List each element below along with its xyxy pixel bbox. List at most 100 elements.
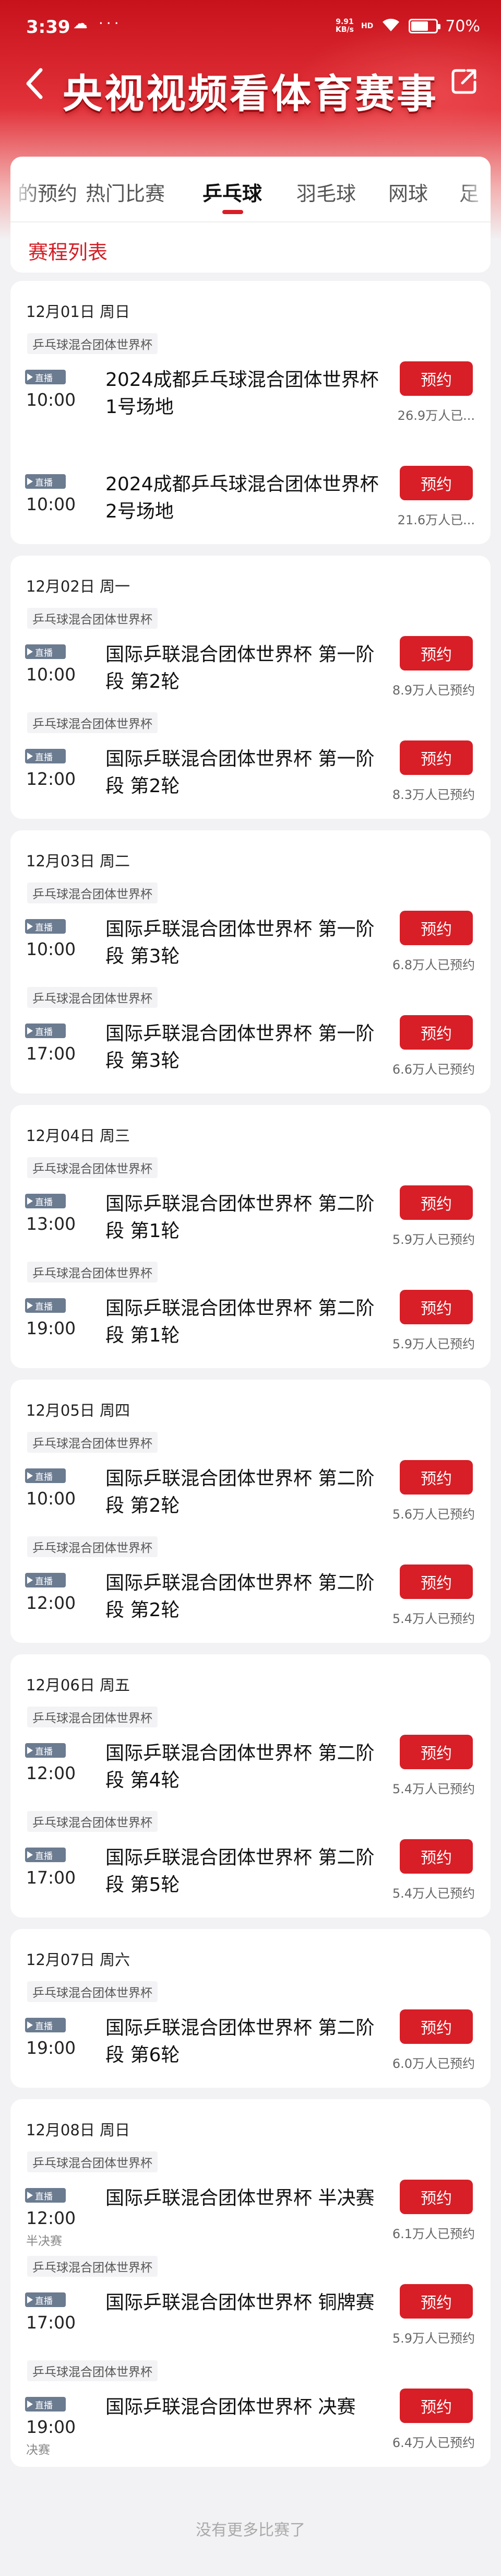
match-stage-note: 决赛 bbox=[26, 2443, 50, 2457]
match-row[interactable]: 乒乓球混合团体世界杯 直播 17:00 国际乒联混合团体世界杯 第二阶段 第5轮 预约 5… bbox=[10, 1811, 491, 1915]
play-icon bbox=[27, 373, 33, 381]
play-icon bbox=[27, 648, 33, 655]
league-tag: 乒乓球混合团体世界杯 bbox=[27, 712, 158, 733]
match-time: 10:00 bbox=[26, 390, 76, 410]
live-badge: 直播 bbox=[25, 1298, 66, 1313]
reserve-button[interactable]: 预约 bbox=[400, 2009, 473, 2044]
match-row[interactable]: 乒乓球混合团体世界杯 直播 10:00 2024成都乒乓球混合团体世界杯1号场地 预约 2… bbox=[10, 333, 491, 438]
play-icon bbox=[27, 1577, 33, 1584]
match-time: 17:00 bbox=[26, 2312, 76, 2333]
reservation-count: 8.9万人已预约 bbox=[392, 683, 475, 698]
match-time: 10:00 bbox=[26, 494, 76, 514]
match-row[interactable]: 乒乓球混合团体世界杯 直播 10:00 国际乒联混合团体世界杯 第一阶段 第2轮 预约 8… bbox=[10, 608, 491, 712]
reserve-button[interactable]: 预约 bbox=[400, 2284, 473, 2319]
match-time: 19:00 bbox=[26, 2038, 76, 2058]
day-date-label: 12月08日 周日 bbox=[26, 2121, 130, 2139]
tabs-fade-right bbox=[459, 157, 491, 221]
day-card: 12月04日 周三 乒乓球混合团体世界杯 直播 13:00 国际乒联混合团体世界杯 第二… bbox=[10, 1105, 491, 1368]
reserve-button[interactable]: 预约 bbox=[400, 466, 473, 500]
play-icon bbox=[27, 2021, 33, 2029]
day-card: 12月03日 周二 乒乓球混合团体世界杯 直播 10:00 国际乒联混合团体世界杯 第一… bbox=[10, 830, 491, 1093]
day-date-label: 12月07日 周六 bbox=[26, 1951, 130, 1969]
match-title: 国际乒联混合团体世界杯 第一阶段 第2轮 bbox=[105, 748, 375, 797]
live-badge-label: 直播 bbox=[35, 373, 53, 384]
live-badge-label: 直播 bbox=[35, 1576, 53, 1587]
reserve-button[interactable]: 预约 bbox=[400, 2389, 473, 2423]
reserve-button[interactable]: 预约 bbox=[400, 1015, 473, 1050]
match-row[interactable]: 乒乓球混合团体世界杯 直播 19:00 国际乒联混合团体世界杯 第二阶段 第6轮 预约 6… bbox=[10, 1981, 491, 2086]
reserve-button[interactable]: 预约 bbox=[400, 361, 473, 396]
match-time: 13:00 bbox=[26, 1214, 76, 1234]
tabs-fade-left bbox=[10, 157, 42, 221]
live-badge-label: 直播 bbox=[35, 2191, 53, 2202]
match-title: 国际乒联混合团体世界杯 第二阶段 第2轮 bbox=[105, 1468, 375, 1516]
live-badge: 直播 bbox=[25, 370, 66, 384]
match-title: 国际乒联混合团体世界杯 第二阶段 第2轮 bbox=[105, 1572, 375, 1621]
reserve-button[interactable]: 预约 bbox=[400, 2180, 473, 2214]
match-time: 17:00 bbox=[26, 1043, 76, 1064]
match-row[interactable]: 乒乓球混合团体世界杯 直播 10:00 国际乒联混合团体世界杯 第一阶段 第3轮 预约 6… bbox=[10, 883, 491, 987]
share-button[interactable] bbox=[449, 65, 480, 97]
day-card: 12月02日 周一 乒乓球混合团体世界杯 直播 10:00 国际乒联混合团体世界杯 第一… bbox=[10, 556, 491, 819]
match-row[interactable]: 直播 10:00 2024成都乒乓球混合团体世界杯2号场地 预约 21.6万人已... bbox=[10, 438, 491, 542]
match-row[interactable]: 乒乓球混合团体世界杯 直播 13:00 国际乒联混合团体世界杯 第二阶段 第1轮 预约 5… bbox=[10, 1157, 491, 1262]
play-icon bbox=[27, 1197, 33, 1205]
reserve-button[interactable]: 预约 bbox=[400, 636, 473, 671]
league-tag: 乒乓球混合团体世界杯 bbox=[27, 2256, 158, 2277]
reserve-button[interactable]: 预约 bbox=[400, 911, 473, 945]
reservation-count: 26.9万人已... bbox=[397, 408, 475, 423]
live-badge-label: 直播 bbox=[35, 1746, 53, 1757]
match-time: 12:00 bbox=[26, 1593, 76, 1613]
day-date-label: 12月05日 周四 bbox=[26, 1402, 130, 1419]
match-title: 国际乒联混合团体世界杯 第二阶段 第6轮 bbox=[105, 2017, 375, 2066]
tab-4[interactable]: 网球 bbox=[388, 178, 428, 206]
match-row[interactable]: 乒乓球混合团体世界杯 直播 12:00 国际乒联混合团体世界杯 第二阶段 第4轮 预约 5… bbox=[10, 1707, 491, 1811]
tab-1[interactable]: 热门比赛 bbox=[86, 178, 165, 206]
play-icon bbox=[27, 1747, 33, 1754]
reservation-count: 5.9万人已预约 bbox=[392, 2331, 475, 2346]
schedule-section-header: 赛程列表 bbox=[10, 221, 491, 273]
reservation-count: 6.8万人已预约 bbox=[392, 958, 475, 972]
reserve-button[interactable]: 预约 bbox=[400, 1839, 473, 1874]
tab-2[interactable]: 乒乓球 bbox=[202, 178, 262, 206]
match-row[interactable]: 乒乓球混合团体世界杯 直播 17:00 国际乒联混合团体世界杯 第一阶段 第3轮 预约 6… bbox=[10, 987, 491, 1091]
match-row[interactable]: 乒乓球混合团体世界杯 直播 12:00 半决赛 国际乒联混合团体世界杯 半决赛 预约 6.1… bbox=[10, 2151, 491, 2256]
live-badge-label: 直播 bbox=[35, 1197, 53, 1208]
match-time: 12:00 bbox=[26, 769, 76, 789]
signal-hd-label: HD bbox=[361, 21, 374, 30]
day-card: 12月05日 周四乒乓球混合团体世界杯 直播 10:00 国际乒联混合团体世界杯 第二… bbox=[10, 1380, 491, 1643]
reserve-button[interactable]: 预约 bbox=[400, 740, 473, 775]
match-row[interactable]: 乒乓球混合团体世界杯直播 12:00 国际乒联混合团体世界杯 第一阶段 第2轮 预约 8… bbox=[10, 712, 491, 817]
reserve-button[interactable]: 预约 bbox=[400, 1290, 473, 1324]
live-badge: 直播 bbox=[25, 749, 66, 763]
day-date-label: 12月04日 周三 bbox=[26, 1127, 130, 1145]
live-badge-label: 直播 bbox=[35, 477, 53, 488]
live-badge: 直播 bbox=[25, 474, 66, 489]
match-row[interactable]: 乒乓球混合团体世界杯 直播 19:00 国际乒联混合团体世界杯 第二阶段 第1轮 预约 5… bbox=[10, 1262, 491, 1366]
battery-icon bbox=[409, 19, 441, 33]
live-badge: 直播 bbox=[25, 1743, 66, 1758]
match-title: 国际乒联混合团体世界杯 第一阶段 第2轮 bbox=[105, 644, 375, 692]
league-tag: 乒乓球混合团体世界杯 bbox=[27, 883, 158, 903]
reserve-button[interactable]: 预约 bbox=[400, 1185, 473, 1220]
net-speed-value: 9.91 bbox=[336, 18, 354, 26]
day-date-label: 12月01日 周日 bbox=[26, 303, 130, 321]
match-row[interactable]: 乒乓球混合团体世界杯 直播 12:00 国际乒联混合团体世界杯 第二阶段 第2轮 预约 5… bbox=[10, 1536, 491, 1641]
match-title: 国际乒联混合团体世界杯 第二阶段 第1轮 bbox=[105, 1298, 375, 1346]
reservation-count: 8.3万人已预约 bbox=[392, 787, 475, 802]
reserve-button[interactable]: 预约 bbox=[400, 1565, 473, 1599]
live-badge-label: 直播 bbox=[35, 2400, 53, 2411]
match-row[interactable]: 乒乓球混合团体世界杯 直播 10:00 国际乒联混合团体世界杯 第二阶段 第2轮 预约 5… bbox=[10, 1432, 491, 1536]
reserve-button[interactable]: 预约 bbox=[400, 1735, 473, 1769]
match-row[interactable]: 乒乓球混合团体世界杯 直播 17:00 国际乒联混合团体世界杯 铜牌赛 预约 5.9万人已… bbox=[10, 2256, 491, 2360]
tab-3[interactable]: 羽毛球 bbox=[296, 178, 356, 206]
reserve-button[interactable]: 预约 bbox=[400, 1460, 473, 1495]
play-icon bbox=[27, 2192, 33, 2199]
match-time: 10:00 bbox=[26, 664, 76, 685]
reservation-count: 6.6万人已预约 bbox=[392, 1062, 475, 1077]
live-badge-label: 直播 bbox=[35, 1472, 53, 1483]
match-title: 2024成都乒乓球混合团体世界杯2号场地 bbox=[105, 474, 379, 522]
live-badge-label: 直播 bbox=[35, 1301, 53, 1312]
match-row[interactable]: 乒乓球混合团体世界杯 直播 19:00 决赛 国际乒联混合团体世界杯 决赛 预约 6.4万人… bbox=[10, 2360, 491, 2465]
day-date-label: 12月06日 周五 bbox=[26, 1676, 130, 1694]
